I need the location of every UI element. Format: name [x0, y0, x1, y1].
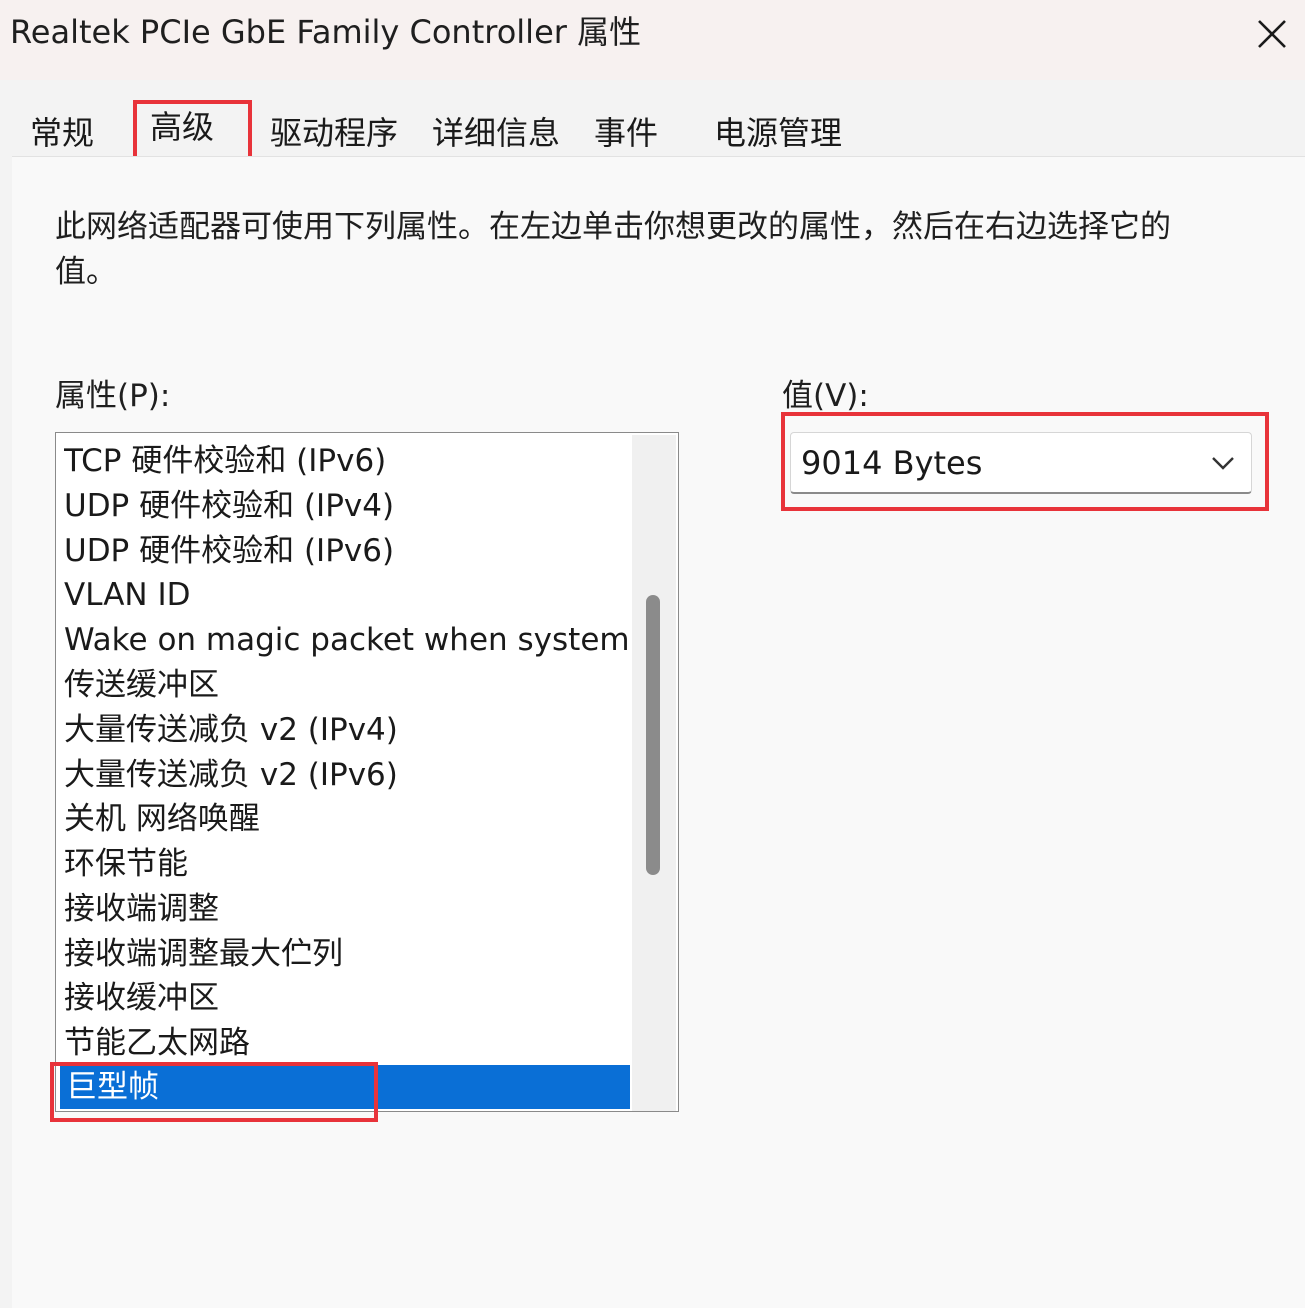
list-item[interactable]: 节能乙太网路: [64, 1021, 629, 1065]
tab-driver[interactable]: 驱动程序: [270, 110, 398, 156]
tab-events[interactable]: 事件: [594, 110, 658, 156]
tab-power-management[interactable]: 电源管理: [714, 110, 842, 156]
window-title: Realtek PCIe GbE Family Controller 属性: [10, 13, 642, 51]
list-item[interactable]: UDP 硬件校验和 (IPv6): [64, 529, 629, 573]
list-item[interactable]: 传送缓冲区: [64, 663, 629, 707]
chevron-down-icon: [1212, 457, 1234, 470]
list-scrollbar-thumb[interactable]: [646, 595, 660, 875]
value-label: 值(V):: [782, 378, 869, 414]
list-item[interactable]: 接收缓冲区: [64, 976, 629, 1020]
property-label: 属性(P):: [55, 378, 171, 414]
list-item[interactable]: VLAN ID: [64, 573, 629, 617]
title-bar: Realtek PCIe GbE Family Controller 属性: [0, 0, 1305, 80]
tab-advanced[interactable]: 高级: [150, 104, 214, 150]
close-button[interactable]: [1240, 2, 1304, 66]
tab-general[interactable]: 常规: [30, 110, 94, 156]
list-item-selected[interactable]: 巨型帧: [60, 1065, 630, 1109]
list-item[interactable]: 大量传送减负 v2 (IPv6): [64, 753, 629, 797]
tab-details[interactable]: 详细信息: [432, 110, 560, 156]
value-dropdown-selected: 9014 Bytes: [801, 444, 983, 482]
tab-bar: 常规 高级 驱动程序 详细信息 事件 电源管理: [0, 80, 1305, 160]
property-list[interactable]: TCP 硬件校验和 (IPv6) UDP 硬件校验和 (IPv4) UDP 硬件…: [55, 432, 679, 1112]
close-icon: [1258, 20, 1286, 48]
list-item[interactable]: 关机 网络唤醒: [64, 797, 629, 841]
list-item[interactable]: 环保节能: [64, 842, 629, 886]
panel-description: 此网络适配器可使用下列属性。在左边单击你想更改的属性，然后在右边选择它的值。: [55, 209, 1171, 290]
list-item[interactable]: 接收端调整: [64, 887, 629, 931]
list-item[interactable]: 接收端调整最大伫列: [64, 932, 629, 976]
list-item[interactable]: TCP 硬件校验和 (IPv6): [64, 439, 629, 483]
value-dropdown[interactable]: 9014 Bytes: [790, 432, 1252, 494]
list-item[interactable]: Wake on magic packet when system: [64, 618, 629, 662]
list-item[interactable]: 大量传送减负 v2 (IPv4): [64, 708, 629, 752]
list-item[interactable]: UDP 硬件校验和 (IPv4): [64, 484, 629, 528]
